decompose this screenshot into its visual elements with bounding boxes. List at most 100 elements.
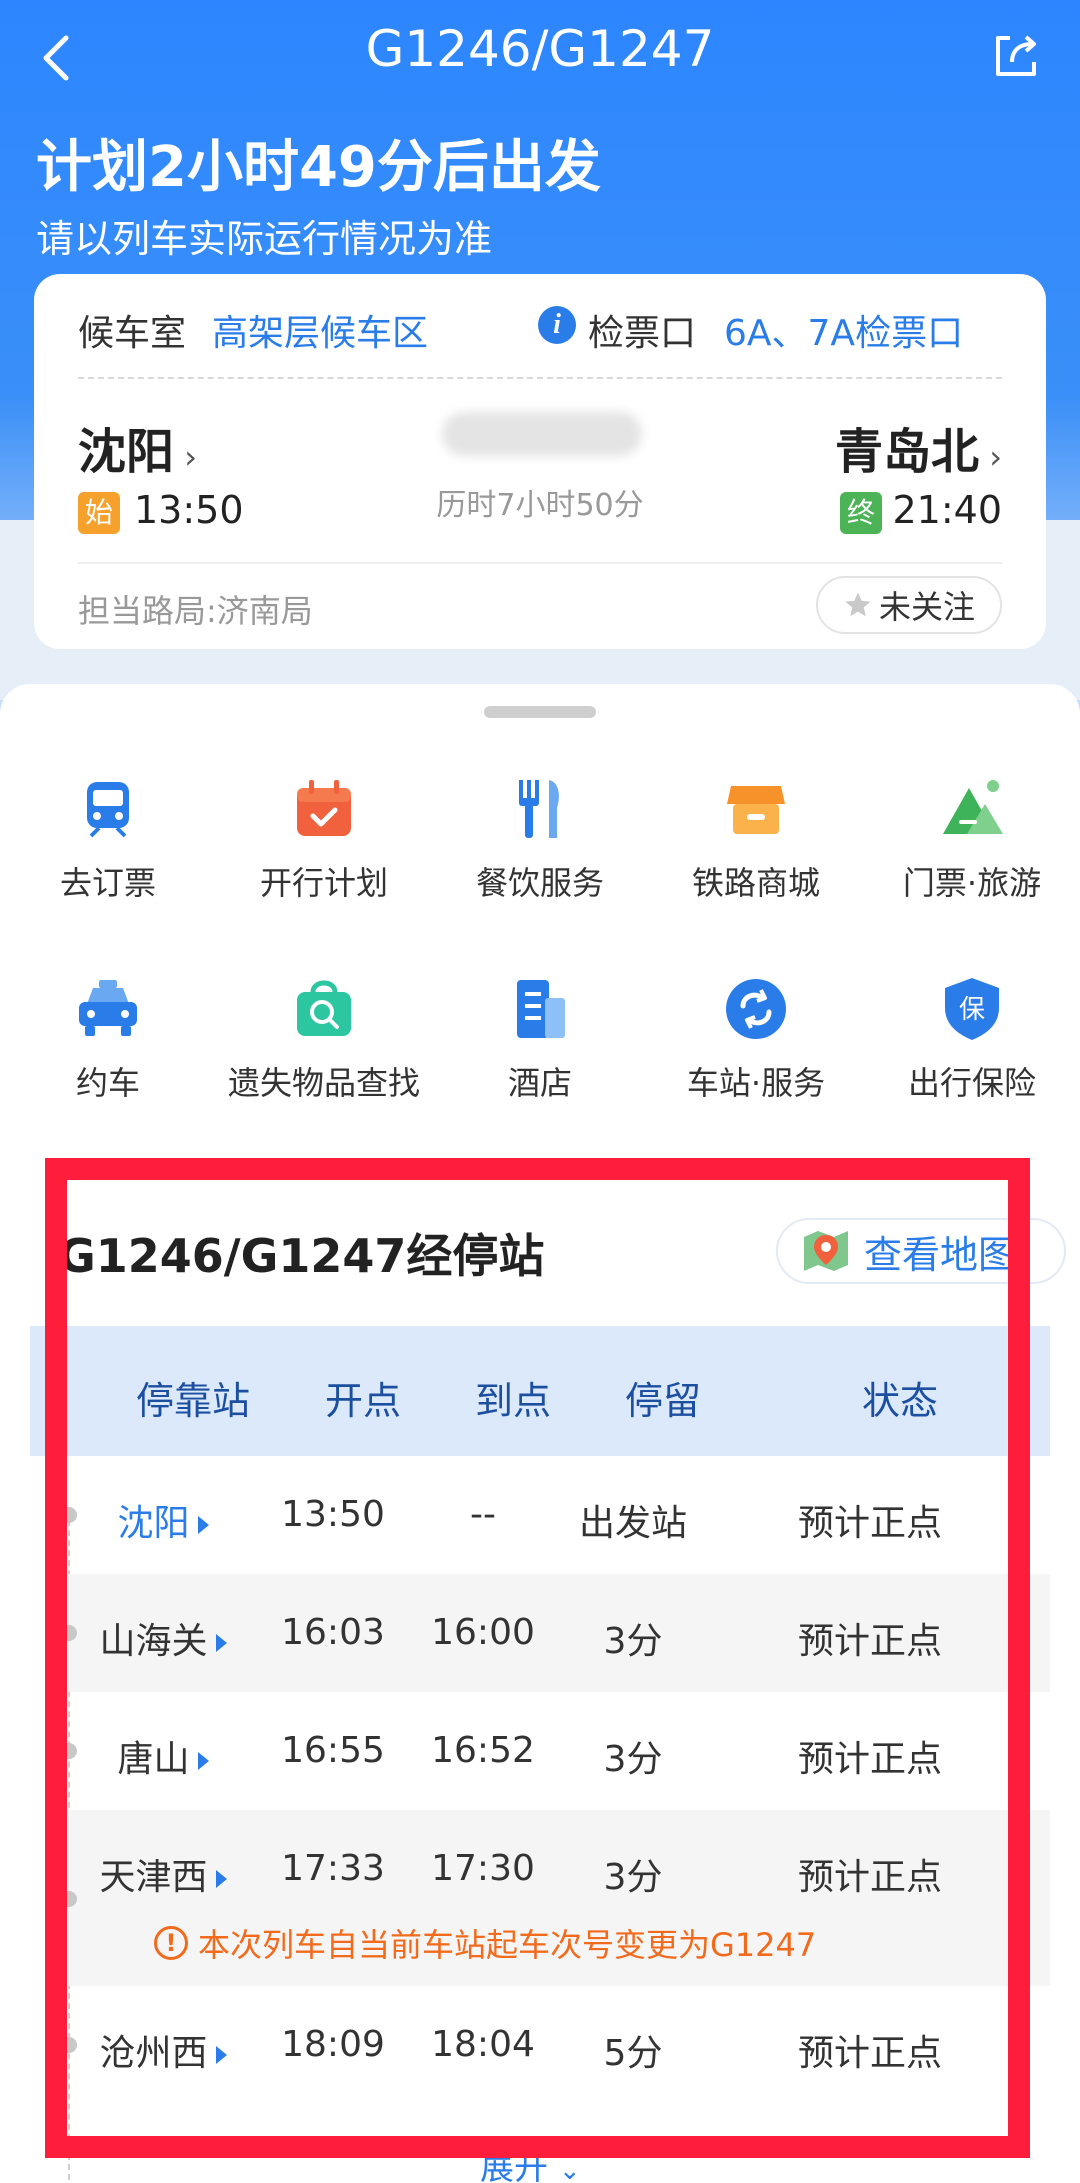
chevron-down-icon: ⌄ <box>558 2156 581 2183</box>
service-tickets-tour[interactable]: 门票·旅游 <box>864 774 1080 924</box>
taxi-icon <box>79 980 137 1036</box>
service-dining[interactable]: 餐饮服务 <box>432 774 648 924</box>
table-row[interactable]: 沧州西 18:09 18:04 5分 预计正点 <box>68 1986 1050 2104</box>
column-header: 到点 <box>474 1379 551 1423</box>
lost-bag-icon <box>297 980 351 1036</box>
page-title: G1246/G1247 <box>365 20 715 78</box>
station-name: 沈阳 <box>117 1503 190 1544</box>
timeline-dot <box>61 1743 77 1759</box>
triangle-right-icon <box>197 1752 209 1770</box>
hotel-icon <box>517 980 565 1038</box>
status-cell: 预计正点 <box>797 1857 942 1898</box>
chevron-right-icon: › <box>979 438 1002 476</box>
status-cell: 预计正点 <box>797 1503 942 1544</box>
depart-cell: 16:03 <box>281 1612 385 1653</box>
drag-handle[interactable] <box>484 706 596 718</box>
train-info-card: 候车室 高架层候车区 i 检票口 6A、7A检票口 沈阳 › 历时7小时50分 … <box>34 274 1046 649</box>
from-station-name: 沈阳 <box>78 424 175 480</box>
station-service-icon <box>726 979 786 1039</box>
follow-label: 未关注 <box>878 588 975 626</box>
view-map-button[interactable]: 查看地图 <box>776 1218 1066 1284</box>
service-label: 餐饮服务 <box>475 864 604 902</box>
service-label: 约车 <box>75 1064 140 1102</box>
stay-cell: 3分 <box>603 1739 663 1780</box>
station-name: 山海关 <box>99 1621 208 1662</box>
service-label: 开行计划 <box>259 864 388 902</box>
service-label: 铁路商城 <box>691 864 820 902</box>
station-cell[interactable]: 唐山 <box>68 1730 258 1782</box>
triangle-right-icon <box>197 1516 209 1534</box>
shop-icon <box>727 786 785 834</box>
table-row[interactable]: 沈阳 13:50 -- 出发站 预计正点 <box>68 1456 1050 1574</box>
station-cell[interactable]: 天津西 <box>68 1848 258 1900</box>
stay-cell: 出发站 <box>578 1503 687 1544</box>
service-label: 门票·旅游 <box>902 864 1042 902</box>
departure-countdown: 计划2小时49分后出发 <box>36 135 601 200</box>
ticket-gate-value: 6A、7A检票口 <box>724 313 964 354</box>
service-station-service[interactable]: 车站·服务 <box>648 974 864 1124</box>
service-insurance[interactable]: 保 出行保险 <box>864 974 1080 1124</box>
start-badge: 始 <box>78 492 120 534</box>
status-cell: 预计正点 <box>797 1621 942 1662</box>
service-label: 出行保险 <box>907 1064 1036 1102</box>
timeline-dot <box>61 1625 77 1641</box>
service-car-booking[interactable]: 约车 <box>0 974 216 1124</box>
service-lost-found[interactable]: 遗失物品查找 <box>216 974 432 1124</box>
blurred-train-type <box>442 412 642 456</box>
train-icon <box>87 782 129 838</box>
arrive-cell: 16:52 <box>431 1730 535 1771</box>
waiting-room-label: 候车室 <box>78 313 187 354</box>
ticket-gate-label: 检票口 <box>588 313 697 354</box>
share-icon[interactable] <box>988 28 1044 84</box>
station-cell[interactable]: 沈阳 <box>68 1494 258 1546</box>
info-icon[interactable]: i <box>538 306 576 344</box>
expand-label: 展开 <box>480 2148 548 2183</box>
station-name: 唐山 <box>117 1739 190 1780</box>
service-mall[interactable]: 铁路商城 <box>648 774 864 924</box>
expand-button[interactable]: 展开 ⌄ <box>480 2140 581 2183</box>
map-icon <box>804 1231 848 1271</box>
arrival-time: 21:40 <box>892 488 1002 532</box>
service-book-ticket[interactable]: 去订票 <box>0 774 216 924</box>
stops-section: G1246/G1247经停站 查看地图 停靠站 开点 到点 停留 状态 沈阳 1… <box>0 1148 1080 2183</box>
table-row[interactable]: 唐山 16:55 16:52 3分 预计正点 <box>68 1692 1050 1810</box>
mountain-icon <box>943 780 1003 834</box>
from-station[interactable]: 沈阳 › <box>78 412 197 482</box>
railway-bureau: 担当路局:济南局 <box>78 592 313 630</box>
calendar-icon <box>297 780 351 836</box>
departure-time: 13:50 <box>134 488 244 532</box>
station-name: 沧州西 <box>99 2033 208 2074</box>
status-cell: 预计正点 <box>797 2033 942 2074</box>
end-badge: 终 <box>840 492 882 534</box>
insurance-icon: 保 <box>945 978 999 1040</box>
service-label: 车站·服务 <box>686 1064 826 1102</box>
depart-cell: 18:09 <box>281 2024 385 2065</box>
column-header: 停靠站 <box>135 1379 250 1423</box>
svg-text:保: 保 <box>959 995 985 1025</box>
chevron-right-icon: › <box>174 438 197 476</box>
station-cell[interactable]: 山海关 <box>68 1612 258 1664</box>
star-icon <box>845 592 871 617</box>
service-hotel[interactable]: 酒店 <box>432 974 648 1124</box>
triangle-right-icon <box>215 1634 227 1652</box>
waiting-room-value: 高架层候车区 <box>212 313 429 354</box>
column-header: 停留 <box>624 1379 701 1423</box>
table-row[interactable]: 山海关 16:03 16:00 3分 预计正点 <box>68 1574 1050 1692</box>
notice-text: 本次列车自当前车站起车次号变更为G1247 <box>198 1926 817 1964</box>
to-station[interactable]: 青岛北 › <box>835 412 1002 482</box>
depart-cell: 13:50 <box>281 1494 385 1535</box>
warning-icon: ! <box>154 1926 188 1960</box>
table-header: 停靠站 开点 到点 停留 状态 <box>30 1326 1050 1456</box>
service-sheet: 去订票 开行计划 餐饮服务 铁路商城 门票·旅游 约车 遗失物品查找 酒店 车站… <box>0 684 1080 1154</box>
service-label: 去订票 <box>59 864 156 902</box>
stay-cell: 3分 <box>603 1621 663 1662</box>
station-cell[interactable]: 沧州西 <box>68 2024 258 2076</box>
status-cell: 预计正点 <box>797 1739 942 1780</box>
triangle-right-icon <box>215 2046 227 2064</box>
service-schedule[interactable]: 开行计划 <box>216 774 432 924</box>
dashed-divider <box>78 377 1002 379</box>
depart-cell: 16:55 <box>281 1730 385 1771</box>
follow-button[interactable]: 未关注 <box>816 576 1002 634</box>
stay-cell: 5分 <box>603 2033 663 2074</box>
stay-cell: 3分 <box>603 1857 663 1898</box>
